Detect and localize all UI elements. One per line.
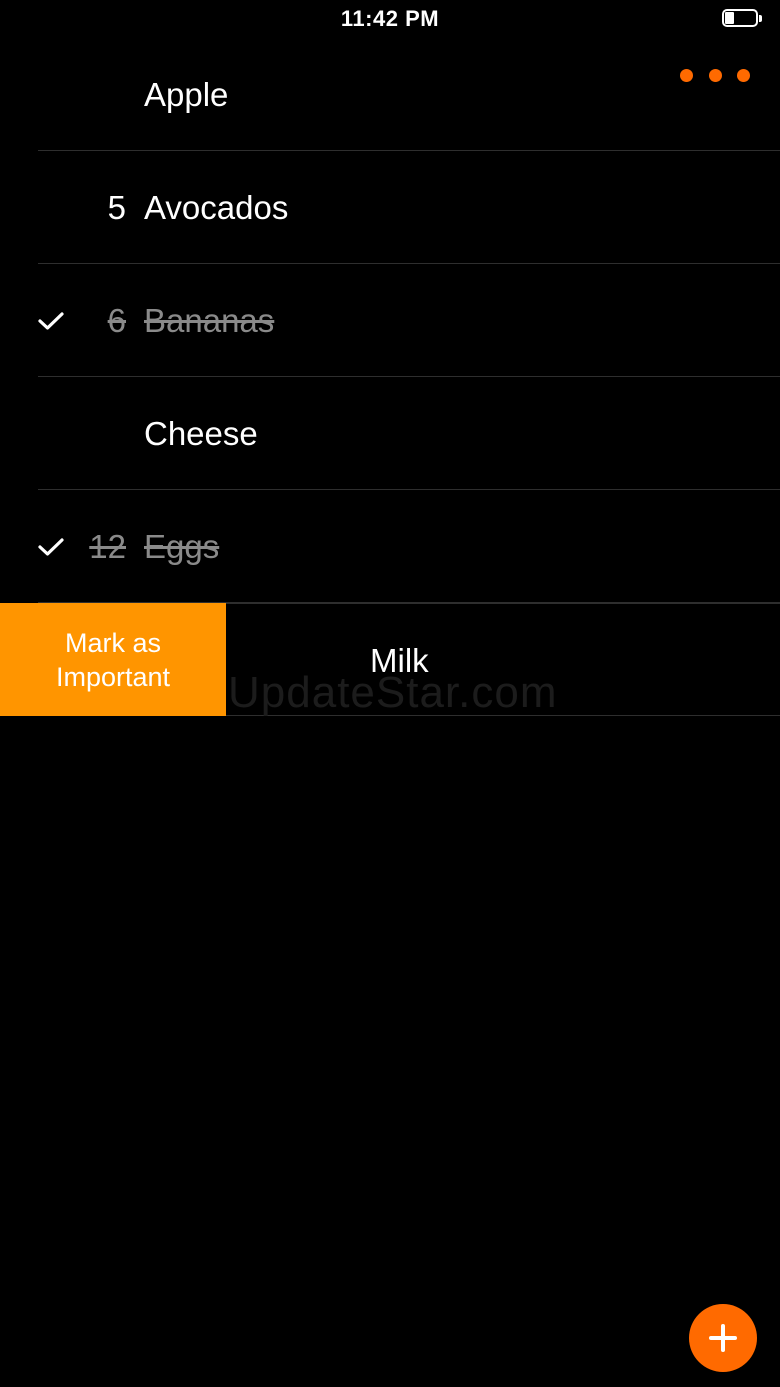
list-item[interactable]: Apple (0, 38, 780, 151)
item-name: Bananas (144, 302, 275, 339)
item-name: Milk (370, 642, 429, 679)
status-time: 11:42 PM (340, 6, 440, 31)
item-quantity: 6 (107, 302, 126, 339)
add-item-button[interactable] (689, 1304, 757, 1372)
list-item[interactable]: 6 Bananas (0, 264, 780, 377)
list-item-swiped[interactable]: Mark as Important Milk (0, 603, 780, 716)
item-name: Apple (144, 76, 229, 113)
list-item[interactable]: 5 Avocados (0, 151, 780, 264)
mark-important-label-line2: Important (55, 661, 171, 692)
item-name: Avocados (144, 189, 289, 226)
mark-important-label-line1: Mark as (64, 627, 162, 658)
shopping-list-screen: 11:42 PM Apple 5 Avocados 6 Bananas Chee… (0, 0, 780, 1387)
status-bar: 11:42 PM (0, 0, 780, 40)
mark-important-button[interactable]: Mark as Important (0, 603, 226, 716)
list-item[interactable]: Cheese (0, 377, 780, 490)
swiped-item-content[interactable]: Milk (226, 603, 780, 716)
item-name: Cheese (144, 415, 258, 452)
item-name: Eggs (144, 528, 220, 565)
item-list: Apple 5 Avocados 6 Bananas Cheese 12 Egg… (0, 38, 780, 716)
item-quantity: 12 (89, 528, 126, 565)
list-item[interactable]: 12 Eggs (0, 490, 780, 603)
item-quantity (60, 38, 126, 151)
item-quantity: 5 (107, 189, 126, 226)
battery-icon (722, 9, 762, 29)
item-quantity (60, 377, 126, 490)
